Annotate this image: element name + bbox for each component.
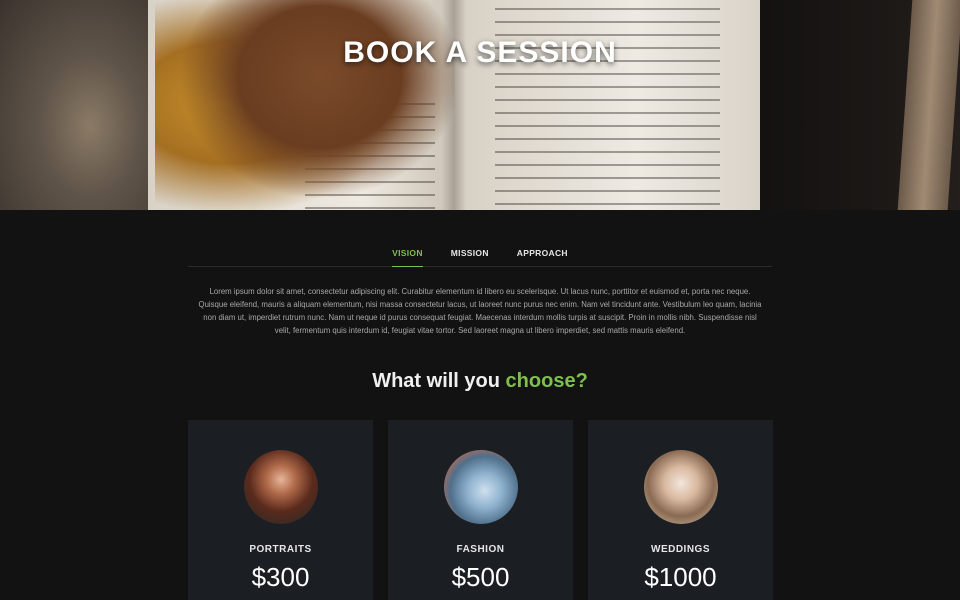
tab-vision[interactable]: VISION <box>392 238 423 267</box>
package-price: $1000 <box>644 562 717 592</box>
hero-banner: BOOK A SESSION <box>0 0 960 210</box>
bride-photo <box>644 450 718 524</box>
book-right-page-text <box>495 0 720 210</box>
page-title: BOOK A SESSION <box>343 36 617 69</box>
hero-background-left <box>0 0 150 210</box>
autumn-leaf-image <box>155 0 455 210</box>
package-card-portraits[interactable]: PORTRAITS $300 <box>188 420 373 600</box>
section-heading: What will you choose? <box>0 370 960 393</box>
tab-bar: VISION MISSION APPROACH <box>188 238 772 267</box>
package-name: FASHION <box>456 544 505 555</box>
tab-mission[interactable]: MISSION <box>451 238 489 267</box>
tab-content-text: Lorem ipsum dolor sit amet, consectetur … <box>198 287 762 335</box>
package-name: PORTRAITS <box>249 544 312 555</box>
sneaker-photo <box>444 450 518 524</box>
package-card-fashion[interactable]: FASHION $500 <box>388 420 573 600</box>
package-card-weddings[interactable]: WEDDINGS $1000 <box>588 420 773 600</box>
section-heading-accent: choose? <box>505 370 588 392</box>
package-price: $500 <box>451 562 510 592</box>
portrait-photo <box>244 450 318 524</box>
tab-approach[interactable]: APPROACH <box>517 238 568 267</box>
package-name: WEDDINGS <box>651 544 710 555</box>
section-heading-prefix: What will you <box>372 370 506 392</box>
package-price: $300 <box>251 562 310 592</box>
